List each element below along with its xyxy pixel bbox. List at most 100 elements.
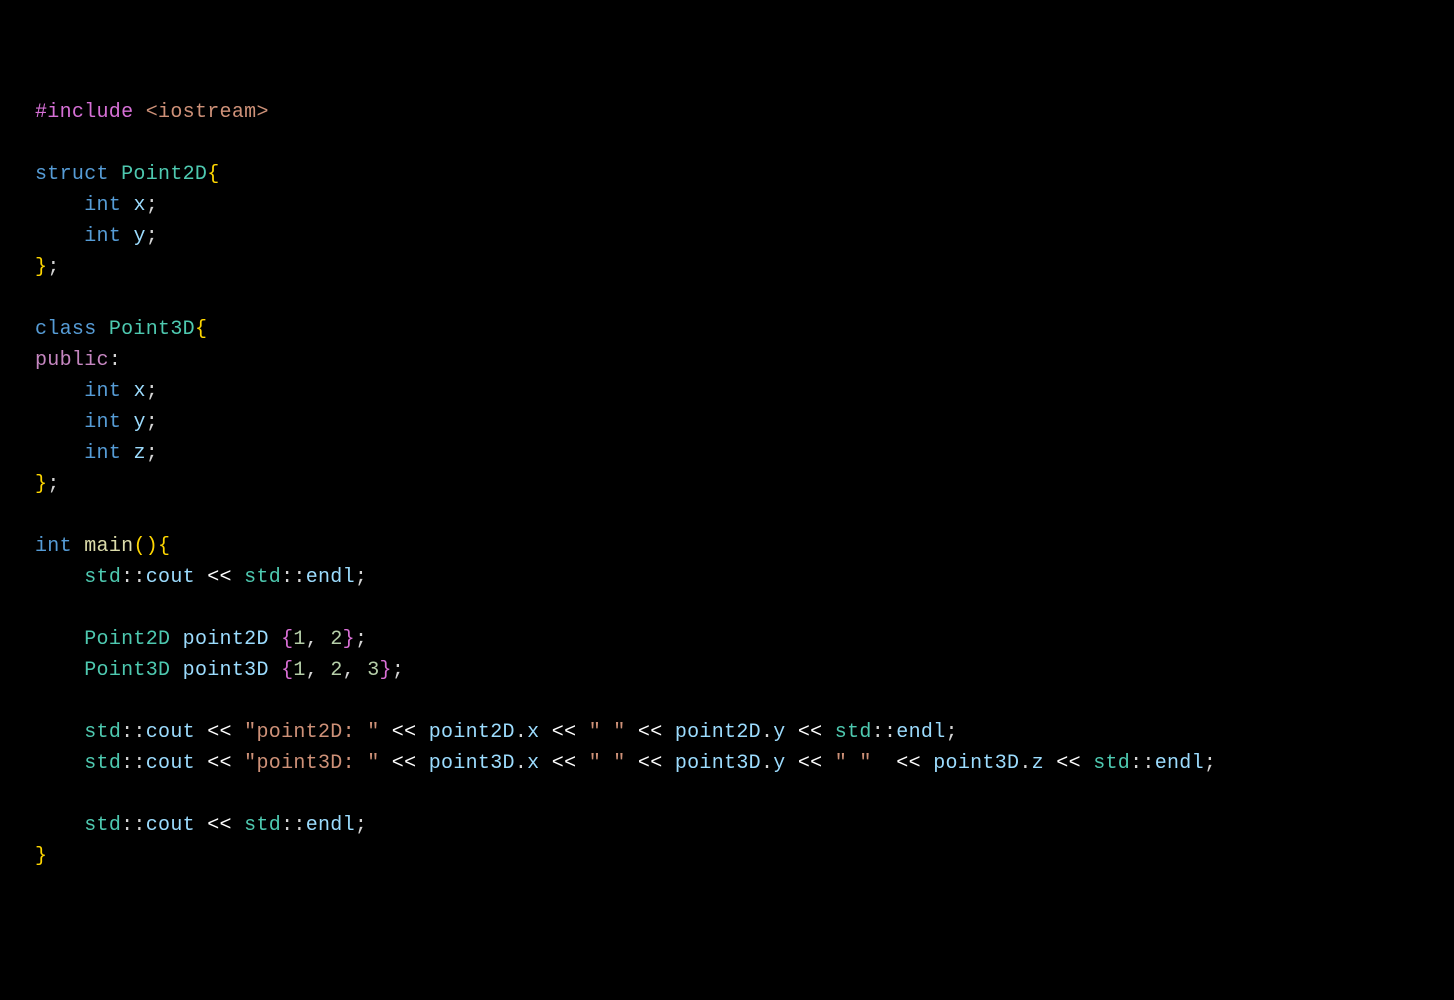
op-token: << bbox=[786, 752, 835, 775]
code-line: std::cout << std::endl; bbox=[35, 566, 367, 589]
ident-token: point3D bbox=[933, 752, 1019, 775]
brace-token: } bbox=[35, 473, 47, 496]
type-token: int bbox=[35, 535, 72, 558]
indent bbox=[35, 566, 84, 589]
code-line: #include <iostream> bbox=[35, 101, 269, 124]
code-line: std::cout << std::endl; bbox=[35, 814, 367, 837]
punct-token: :: bbox=[872, 721, 897, 744]
ns-token: std bbox=[835, 721, 872, 744]
code-line: }; bbox=[35, 256, 60, 279]
str-token: " " bbox=[589, 721, 626, 744]
indent bbox=[35, 225, 84, 248]
paren-token: () bbox=[133, 535, 158, 558]
punct-token: :: bbox=[121, 721, 146, 744]
type-token: int bbox=[84, 380, 121, 403]
code-line: }; bbox=[35, 473, 60, 496]
punct-token: , bbox=[306, 628, 331, 651]
op-token: << bbox=[884, 752, 933, 775]
ident-token: endl bbox=[1155, 752, 1204, 775]
punct-token: ; bbox=[47, 473, 59, 496]
punct-token: ; bbox=[146, 380, 158, 403]
member-token: x bbox=[527, 721, 539, 744]
punct-token: :: bbox=[281, 566, 306, 589]
punct-token: . bbox=[515, 752, 527, 775]
type-token: Point2D bbox=[84, 628, 170, 651]
type-token: Point2D bbox=[121, 163, 207, 186]
type-token: int bbox=[84, 411, 121, 434]
indent bbox=[35, 628, 84, 651]
punct-token: ; bbox=[355, 814, 367, 837]
member-token: x bbox=[527, 752, 539, 775]
code-line: Point3D point3D {1, 2, 3}; bbox=[35, 659, 404, 682]
header-token: <iostream> bbox=[146, 101, 269, 124]
punct-token: . bbox=[761, 752, 773, 775]
punct-token: ; bbox=[146, 411, 158, 434]
punct-token: :: bbox=[1130, 752, 1155, 775]
brace-token: } bbox=[35, 845, 47, 868]
ident-token: endl bbox=[306, 566, 355, 589]
keyword-token: struct bbox=[35, 163, 109, 186]
code-line: int main(){ bbox=[35, 535, 170, 558]
ident-token: y bbox=[133, 411, 145, 434]
punct-token: . bbox=[761, 721, 773, 744]
brace-token: { bbox=[195, 318, 207, 341]
num-token: 3 bbox=[367, 659, 379, 682]
ident-token: x bbox=[133, 194, 145, 217]
op-token: << bbox=[195, 566, 244, 589]
str-token: "point3D: " bbox=[244, 752, 379, 775]
ns-token: std bbox=[244, 566, 281, 589]
brace-token: } bbox=[380, 659, 392, 682]
punct-token: ; bbox=[355, 566, 367, 589]
str-token: " " bbox=[835, 752, 884, 775]
op-token: << bbox=[380, 721, 429, 744]
op-token: << bbox=[1044, 752, 1093, 775]
type-token: int bbox=[84, 225, 121, 248]
code-line: int x; bbox=[35, 380, 158, 403]
punct-token: . bbox=[515, 721, 527, 744]
code-line: class Point3D{ bbox=[35, 318, 207, 341]
punct-token: ; bbox=[946, 721, 958, 744]
punct-token: ; bbox=[146, 194, 158, 217]
op-token: << bbox=[195, 814, 244, 837]
num-token: 2 bbox=[330, 659, 342, 682]
code-line: public: bbox=[35, 349, 121, 372]
ident-token: cout bbox=[146, 721, 195, 744]
brace-token: { bbox=[269, 628, 294, 651]
ident-token: point3D bbox=[429, 752, 515, 775]
punct-token: :: bbox=[121, 814, 146, 837]
ident-token: cout bbox=[146, 814, 195, 837]
ident-token: point2D bbox=[429, 721, 515, 744]
code-line: struct Point2D{ bbox=[35, 163, 220, 186]
code-line: int x; bbox=[35, 194, 158, 217]
indent bbox=[35, 194, 84, 217]
preproc-token: #include bbox=[35, 101, 133, 124]
type-token: int bbox=[84, 194, 121, 217]
op-token: << bbox=[539, 721, 588, 744]
indent bbox=[35, 752, 84, 775]
brace-token: { bbox=[158, 535, 170, 558]
indent bbox=[35, 380, 84, 403]
punct-token: ; bbox=[392, 659, 404, 682]
num-token: 1 bbox=[293, 628, 305, 651]
code-line: std::cout << "point3D: " << point3D.x <<… bbox=[35, 752, 1216, 775]
op-token: << bbox=[195, 721, 244, 744]
code-line: int y; bbox=[35, 411, 158, 434]
type-token: int bbox=[84, 442, 121, 465]
punct-token: , bbox=[306, 659, 331, 682]
brace-token: { bbox=[269, 659, 294, 682]
keyword-token: class bbox=[35, 318, 97, 341]
ns-token: std bbox=[84, 814, 121, 837]
ident-token: point3D bbox=[675, 752, 761, 775]
ident-token: point2D bbox=[675, 721, 761, 744]
ident-token: point2D bbox=[183, 628, 269, 651]
ident-token: z bbox=[133, 442, 145, 465]
member-token: y bbox=[773, 752, 785, 775]
punct-token: ; bbox=[146, 442, 158, 465]
ident-token: point3D bbox=[183, 659, 269, 682]
code-line: Point2D point2D {1, 2}; bbox=[35, 628, 367, 651]
ns-token: std bbox=[244, 814, 281, 837]
ident-token: y bbox=[133, 225, 145, 248]
code-line: int y; bbox=[35, 225, 158, 248]
indent bbox=[35, 442, 84, 465]
member-token: y bbox=[773, 721, 785, 744]
